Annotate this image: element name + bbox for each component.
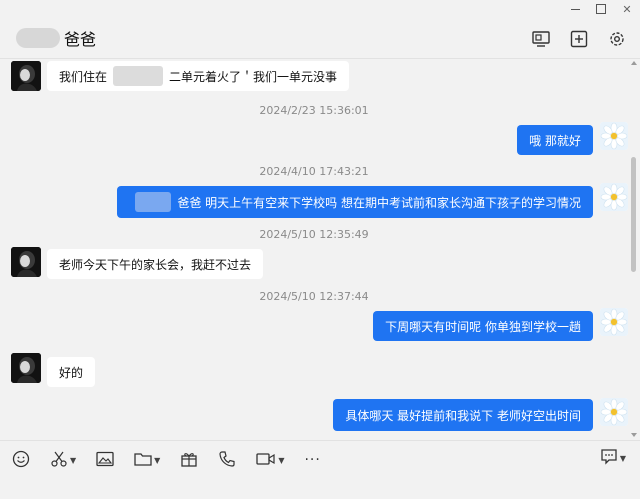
window-controls: ✕ [562, 0, 640, 18]
message-text: 具体哪天 最好提前和我说下 老师好空出时间 [345, 408, 581, 423]
message-bubble-outgoing[interactable]: 具体哪天 最好提前和我说下 老师好空出时间 [333, 399, 593, 431]
my-avatar[interactable] [600, 122, 628, 150]
timestamp: 2024/4/10 17:43:21 [259, 165, 369, 178]
voice-call-button[interactable] [218, 448, 236, 472]
screen-share-icon[interactable] [530, 28, 552, 50]
chat-history-icon [600, 448, 618, 469]
more-button[interactable]: ··· [304, 448, 320, 472]
message-text: 哦 那就好 [529, 133, 581, 148]
message-text: 我们住在 [59, 69, 108, 84]
chat-history-button[interactable]: ▼ [600, 448, 626, 469]
message-text: 二单元着火了＇我们一单元没事 [169, 69, 338, 84]
scrollbar-thumb[interactable] [631, 157, 636, 272]
maximize-button[interactable] [588, 0, 614, 18]
emoji-button[interactable] [12, 448, 30, 472]
message-text: 下周哪天有时间呢 你单独到学校一趟 [385, 319, 581, 334]
redacted-name [16, 28, 60, 48]
more-icon: ··· [304, 452, 321, 468]
redacted-text [135, 192, 172, 212]
title-area: 爸爸 [16, 27, 96, 49]
input-toolbar: ▼ ▼ ▼ ··· [0, 440, 640, 479]
chat-title: 爸爸 [64, 30, 97, 49]
contact-avatar[interactable] [11, 61, 41, 91]
scissors-icon [50, 450, 68, 471]
contact-avatar[interactable] [11, 247, 41, 277]
contact-avatar[interactable] [11, 353, 41, 383]
phone-icon [218, 450, 236, 471]
gift-button[interactable] [180, 448, 198, 472]
close-button[interactable]: ✕ [614, 0, 640, 18]
message-bubble-incoming[interactable]: 我们住在 二单元着火了＇我们一单元没事 [47, 61, 350, 91]
message-bubble-incoming[interactable]: 好的 [47, 357, 96, 387]
my-avatar[interactable] [600, 183, 628, 211]
message-bubble-outgoing[interactable]: 爸爸 明天上午有空来下学校吗 想在期中考试前和家长沟通下孩子的学习情况 [117, 186, 593, 218]
minimize-button[interactable] [562, 0, 588, 18]
chevron-down-icon[interactable]: ▼ [278, 456, 284, 465]
message-bubble-incoming[interactable]: 老师今天下午的家长会，我赶不过去 [47, 249, 264, 279]
timestamp: 2024/5/10 12:35:49 [259, 228, 369, 241]
message-scrollbar[interactable] [630, 59, 638, 439]
video-icon [256, 451, 276, 470]
settings-icon[interactable] [606, 28, 628, 50]
chevron-down-icon[interactable]: ▼ [620, 454, 626, 463]
chat-header: 爸爸 [0, 18, 640, 59]
image-button[interactable] [96, 448, 114, 472]
screenshot-button[interactable]: ▼ [50, 448, 76, 472]
gift-icon [180, 450, 198, 471]
add-member-icon[interactable] [568, 28, 590, 50]
my-avatar[interactable] [600, 308, 628, 336]
chevron-down-icon[interactable]: ▼ [154, 456, 160, 465]
file-button[interactable]: ▼ [134, 448, 160, 472]
scroll-down-arrow-icon[interactable] [631, 433, 637, 437]
redacted-text [113, 66, 164, 86]
my-avatar[interactable] [600, 398, 628, 426]
chevron-down-icon[interactable]: ▼ [70, 456, 76, 465]
image-icon [96, 451, 114, 470]
message-bubble-outgoing[interactable]: 下周哪天有时间呢 你单独到学校一趟 [373, 311, 593, 341]
message-bubble-outgoing[interactable]: 哦 那就好 [517, 125, 593, 155]
video-call-button[interactable]: ▼ [256, 448, 284, 472]
message-text: 老师今天下午的家长会，我赶不过去 [59, 257, 252, 272]
emoji-icon [12, 450, 30, 471]
message-list[interactable]: 我们住在 二单元着火了＇我们一单元没事 2024/2/23 15:36:01 哦… [0, 59, 628, 439]
timestamp: 2024/5/10 12:37:44 [259, 290, 369, 303]
folder-icon [134, 451, 152, 470]
timestamp: 2024/2/23 15:36:01 [259, 104, 369, 117]
scroll-up-arrow-icon[interactable] [631, 61, 637, 65]
message-text: 爸爸 明天上午有空来下学校吗 想在期中考试前和家长沟通下孩子的学习情况 [177, 195, 581, 210]
message-text: 好的 [59, 365, 84, 380]
